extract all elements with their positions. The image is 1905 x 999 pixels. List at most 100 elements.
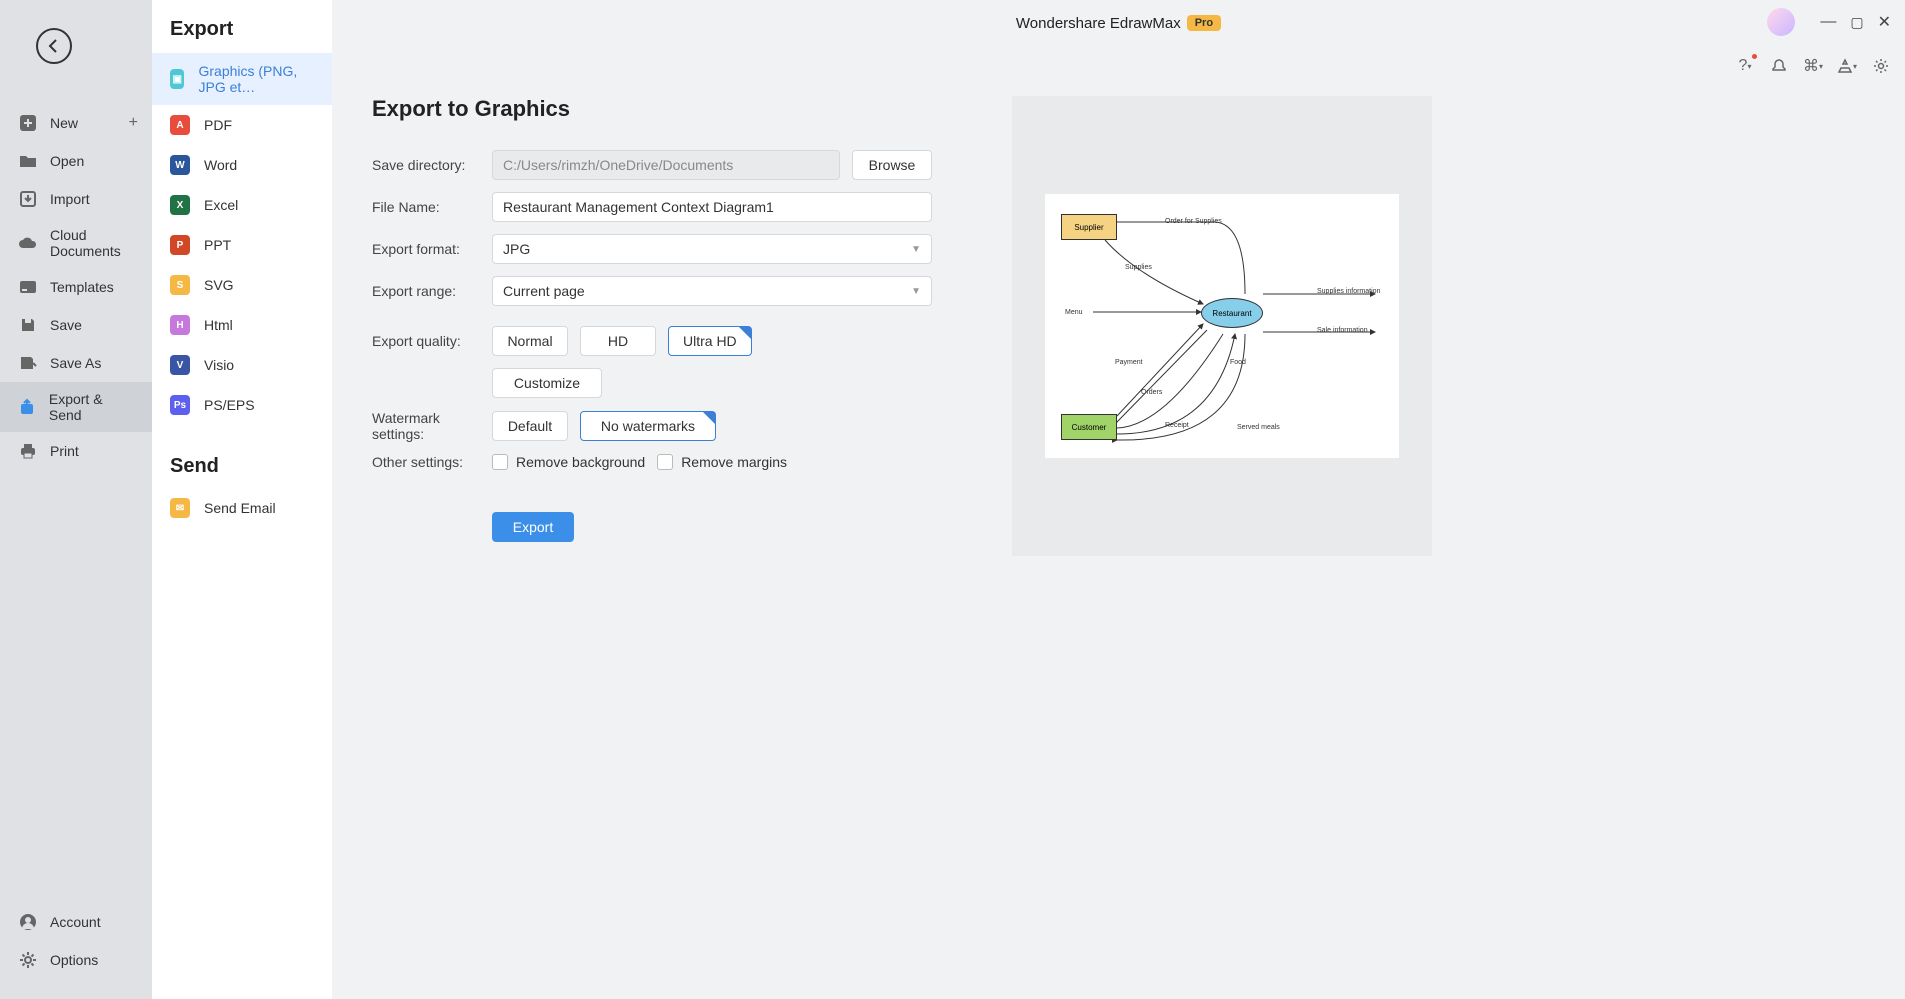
label-receipt: Receipt — [1165, 422, 1189, 429]
quality-normal[interactable]: Normal — [492, 326, 568, 356]
nav-cloud-documents[interactable]: Cloud Documents — [0, 218, 152, 268]
format-ps-eps[interactable]: Ps PS/EPS — [152, 385, 332, 425]
nav-label: Export & Send — [49, 391, 134, 423]
label-supplies-info: Supplies information — [1317, 288, 1380, 295]
export-form: Export to Graphics Save directory: Brows… — [372, 96, 932, 556]
save-dir-label: Save directory: — [372, 157, 492, 173]
nav-label: Print — [50, 443, 79, 459]
nav-label: Save — [50, 317, 82, 333]
nav-export-send[interactable]: Export & Send — [0, 382, 152, 432]
nav-import[interactable]: Import — [0, 180, 152, 218]
label-menu: Menu — [1065, 309, 1083, 316]
shortcuts-icon[interactable]: ⌘▾ — [1803, 56, 1823, 76]
back-button[interactable] — [36, 28, 72, 64]
export-range-select[interactable]: Current page▼ — [492, 276, 932, 306]
cloud-icon — [18, 233, 38, 253]
format-html[interactable]: HHtml — [152, 305, 332, 345]
toolbar-icons: ?▾ ⌘▾ ▾ — [1735, 56, 1891, 76]
export-icon — [18, 397, 37, 417]
app-title: Wondershare EdrawMax — [1016, 15, 1181, 32]
save-icon — [18, 315, 38, 335]
export-format-select[interactable]: JPG▼ — [492, 234, 932, 264]
format-pdf[interactable]: A PDF — [152, 105, 332, 145]
remove-background-checkbox[interactable]: Remove background — [492, 454, 645, 470]
settings-icon[interactable] — [1871, 56, 1891, 76]
label-sale-info: Sale information — [1317, 327, 1368, 334]
quality-customize[interactable]: Customize — [492, 368, 602, 398]
node-customer: Customer — [1061, 414, 1117, 440]
file-name-input[interactable] — [492, 192, 932, 222]
user-avatar[interactable] — [1767, 8, 1795, 36]
browse-button[interactable]: Browse — [852, 150, 932, 180]
label-order-supplies: Order for Supplies — [1165, 218, 1222, 225]
label-orders: Orders — [1141, 389, 1162, 396]
watermark-default[interactable]: Default — [492, 411, 568, 441]
quality-ultra-hd[interactable]: Ultra HD — [668, 326, 752, 356]
format-graphics[interactable]: ▣Graphics (PNG, JPG et… — [152, 53, 332, 105]
minimize-button[interactable]: — — [1820, 13, 1836, 31]
nav-label: Options — [50, 952, 98, 968]
nav-new[interactable]: New + — [0, 104, 152, 142]
ps-icon: Ps — [170, 395, 190, 415]
nav-open[interactable]: Open — [0, 142, 152, 180]
nav-label: Save As — [50, 355, 101, 371]
person-icon — [18, 912, 38, 932]
svg-icon: S — [170, 275, 190, 295]
format-svg[interactable]: S SVG — [152, 265, 332, 305]
watermark-none[interactable]: No watermarks — [580, 411, 716, 441]
nav-account[interactable]: Account — [0, 903, 152, 941]
print-icon — [18, 441, 38, 461]
nav-label: Import — [50, 191, 90, 207]
import-icon — [18, 189, 38, 209]
nav-save[interactable]: Save — [0, 306, 152, 344]
format-label: Visio — [204, 357, 234, 373]
nav-options[interactable]: Options — [0, 941, 152, 979]
nav-label: Cloud Documents — [50, 227, 134, 259]
format-label: Send Email — [204, 500, 276, 516]
email-icon: ✉ — [170, 498, 190, 518]
maximize-button[interactable]: ▢ — [1850, 14, 1863, 31]
file-menu-sidebar: New + Open Import Cloud Documents Templa… — [0, 0, 152, 999]
nav-label: Account — [50, 914, 101, 930]
theme-icon[interactable]: ▾ — [1837, 56, 1857, 76]
format-ppt[interactable]: PPPT — [152, 225, 332, 265]
title-bar: Wondershare EdrawMax Pro — ▢ ✕ — [332, 0, 1905, 46]
nav-print[interactable]: Print — [0, 432, 152, 470]
word-icon: W — [170, 155, 190, 175]
pro-badge: Pro — [1187, 15, 1221, 31]
remove-margins-checkbox[interactable]: Remove margins — [657, 454, 787, 470]
graphics-icon: ▣ — [170, 69, 184, 89]
send-email[interactable]: ✉ Send Email — [152, 488, 332, 528]
form-heading: Export to Graphics — [372, 96, 932, 122]
format-excel[interactable]: XExcel — [152, 185, 332, 225]
export-format-label: Export format: — [372, 241, 492, 257]
export-button[interactable]: Export — [492, 512, 574, 542]
format-label: PPT — [204, 237, 231, 253]
format-label: PS/EPS — [204, 397, 255, 413]
node-restaurant: Restaurant — [1201, 298, 1263, 328]
nav-label: Open — [50, 153, 84, 169]
add-icon[interactable]: + — [129, 114, 138, 132]
nav-save-as[interactable]: Save As — [0, 344, 152, 382]
format-label: Word — [204, 157, 237, 173]
format-word[interactable]: W Word — [152, 145, 332, 185]
chevron-down-icon: ▼ — [911, 286, 921, 297]
preview-panel: Supplier Restaurant Customer Menu Order … — [1012, 96, 1432, 556]
save-as-icon — [18, 353, 38, 373]
format-label: PDF — [204, 117, 232, 133]
export-quality-label: Export quality: — [372, 333, 492, 349]
close-button[interactable]: ✕ — [1878, 12, 1891, 32]
save-directory-input — [492, 150, 840, 180]
pdf-icon: A — [170, 115, 190, 135]
format-label: SVG — [204, 277, 234, 293]
format-visio[interactable]: VVisio — [152, 345, 332, 385]
main-content: Wondershare EdrawMax Pro — ▢ ✕ ?▾ ⌘▾ ▾ E… — [332, 0, 1905, 999]
help-icon[interactable]: ?▾ — [1735, 56, 1755, 76]
arrow-left-icon — [44, 36, 64, 56]
watermark-label: Watermark settings: — [372, 410, 492, 442]
quality-hd[interactable]: HD — [580, 326, 656, 356]
html-icon: H — [170, 315, 190, 335]
export-heading: Export — [152, 18, 332, 53]
bell-icon[interactable] — [1769, 56, 1789, 76]
nav-templates[interactable]: Templates — [0, 268, 152, 306]
